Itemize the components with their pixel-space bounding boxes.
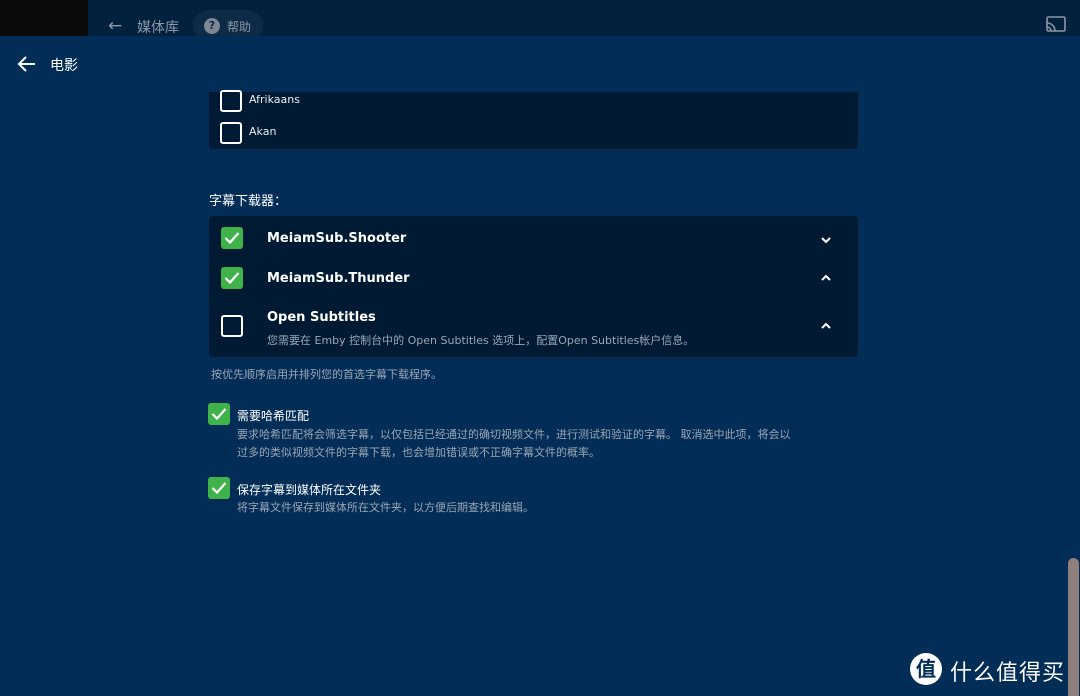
language-checkbox[interactable] xyxy=(220,122,242,144)
watermark-text: 什么值得买 xyxy=(950,661,1066,686)
page-title: 电影 xyxy=(50,58,78,74)
background-sidebar-corner xyxy=(0,0,88,36)
watermark: 值 什么值得买 xyxy=(910,652,1070,686)
downloader-name: MeiamSub.Thunder xyxy=(267,271,410,286)
dialog-header: 电影 xyxy=(0,36,1080,92)
downloader-list: MeiamSub.Shooter MeiamSub.Thunder Open S… xyxy=(209,216,858,357)
downloader-helper-text: 按优先顺序启用并排列您的首选字幕下载程序。 xyxy=(211,368,442,381)
downloader-checkbox[interactable] xyxy=(221,227,243,249)
downloader-item-open-subtitles[interactable]: Open Subtitles 您需要在 Emby 控制台中的 Open Subt… xyxy=(209,300,858,357)
save-with-media-checkbox[interactable] xyxy=(208,477,230,499)
question-circle-icon: ? xyxy=(204,18,220,34)
language-item-afrikaans[interactable]: Afrikaans xyxy=(220,90,520,112)
option-description: 要求哈希匹配将会筛选字幕，以仅包括已经通过的确切视频文件，进行测试和验证的字幕。… xyxy=(237,426,862,462)
language-list: Afrikaans Akan xyxy=(209,90,858,149)
language-label: Afrikaans xyxy=(249,93,300,106)
downloader-description: 您需要在 Emby 控制台中的 Open Subtitles 选项上，配置Ope… xyxy=(267,334,695,347)
chevron-up-icon[interactable] xyxy=(819,273,833,283)
downloader-name: Open Subtitles xyxy=(267,310,376,325)
arrow-left-icon[interactable]: ← xyxy=(108,16,128,36)
option-description: 将字幕文件保存到媒体所在文件夹，以方便后期查找和编辑。 xyxy=(237,501,534,514)
downloader-checkbox[interactable] xyxy=(221,267,243,289)
background-title: 媒体库 xyxy=(137,20,179,36)
hash-match-checkbox[interactable] xyxy=(208,403,230,425)
option-save-with-media: 保存字幕到媒体所在文件夹 将字幕文件保存到媒体所在文件夹，以方便后期查找和编辑。 xyxy=(208,477,858,517)
option-description-line: 要求哈希匹配将会筛选字幕，以仅包括已经通过的确切视频文件，进行测试和验证的字幕。… xyxy=(237,428,791,441)
help-label: 帮助 xyxy=(227,20,252,34)
option-description-line: 过多的类似视频文件的字幕下载，也会增加错误或不正确字幕文件的概率。 xyxy=(237,446,600,459)
chevron-up-icon[interactable] xyxy=(819,321,833,331)
language-label: Akan xyxy=(249,125,277,138)
cast-icon[interactable] xyxy=(1046,16,1066,32)
arrow-left-icon[interactable] xyxy=(16,53,38,75)
chevron-down-icon[interactable] xyxy=(819,235,833,245)
downloader-item-thunder[interactable]: MeiamSub.Thunder xyxy=(209,260,858,300)
section-title-subtitle-downloaders: 字幕下载器： xyxy=(209,194,288,209)
downloader-name: MeiamSub.Shooter xyxy=(267,231,407,246)
option-label: 需要哈希匹配 xyxy=(237,409,310,423)
option-require-hash-match: 需要哈希匹配 要求哈希匹配将会筛选字幕，以仅包括已经通过的确切视频文件，进行测试… xyxy=(208,403,858,463)
downloader-checkbox[interactable] xyxy=(221,315,243,337)
language-item-akan[interactable]: Akan xyxy=(220,122,520,144)
option-label: 保存字幕到媒体所在文件夹 xyxy=(237,483,382,497)
language-checkbox[interactable] xyxy=(220,90,242,112)
watermark-logo: 值 xyxy=(910,653,942,685)
downloader-item-shooter[interactable]: MeiamSub.Shooter xyxy=(209,216,858,260)
